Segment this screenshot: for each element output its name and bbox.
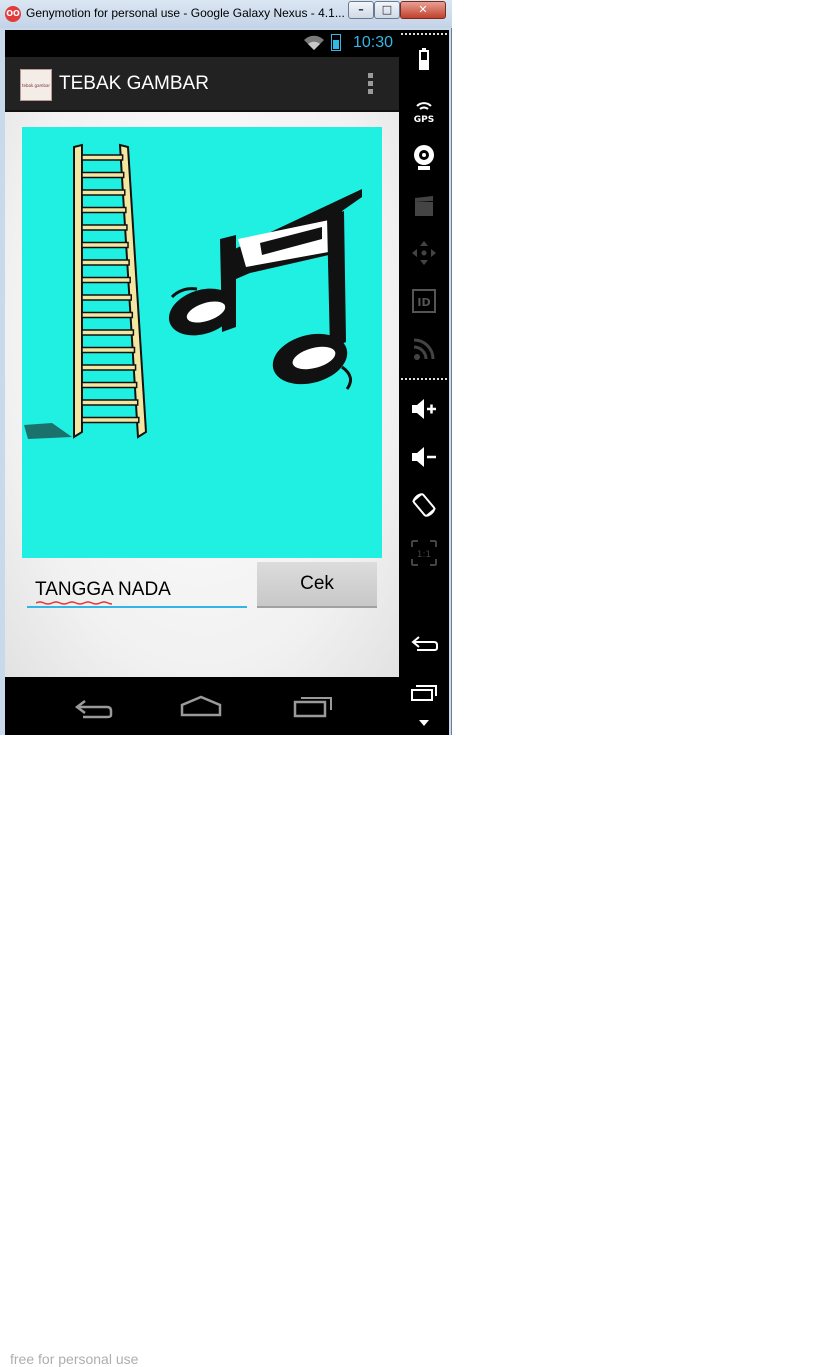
window-titlebar[interactable]: OO Genymotion for personal use - Google … (0, 0, 452, 28)
ladder-rung (81, 294, 132, 301)
pixel-perfect-icon[interactable]: 1:1 (409, 538, 439, 568)
gps-label: GPS (414, 115, 434, 125)
ladder-rung (81, 364, 137, 371)
puzzle-image (22, 127, 382, 558)
emulator-window: OO Genymotion for personal use - Google … (0, 0, 452, 1367)
ladder-rung (81, 311, 134, 319)
volume-down-icon[interactable] (409, 442, 439, 472)
ladder-rung (81, 224, 128, 231)
android-screen: 10:30 tebak gambar TEBAK GAMBAR TANGGA N… (5, 30, 399, 1367)
cek-button[interactable]: Cek (257, 562, 377, 608)
maximize-button[interactable]: □ (374, 1, 400, 19)
ladder-rung (81, 189, 126, 196)
status-time: 10:30 (352, 34, 393, 51)
ladder-and-music-notes-illustration (24, 143, 362, 439)
wifi-icon (304, 35, 324, 50)
sidebar-recent-apps-icon[interactable] (409, 678, 439, 708)
ladder-rung (81, 416, 140, 424)
main-content: Cek (5, 112, 399, 677)
navigation-bar: free for personal use (5, 677, 399, 1367)
ladder-rung (81, 346, 136, 354)
rss-widget-icon[interactable] (409, 334, 439, 364)
dpad-widget-icon[interactable] (409, 238, 439, 268)
ladder-rung (81, 171, 125, 179)
ladder-rung (81, 241, 129, 249)
home-icon[interactable] (180, 695, 222, 717)
battery-widget-icon[interactable] (409, 46, 439, 76)
ladder-rung (81, 399, 139, 406)
sidebar-expand-icon[interactable] (409, 712, 439, 730)
ladder-rung (81, 154, 124, 161)
ladder-rung (81, 381, 138, 389)
status-bar: 10:30 (5, 30, 399, 57)
app-title: TEBAK GAMBAR (59, 73, 209, 94)
minimize-button[interactable]: – (348, 1, 374, 19)
ladder-rung (81, 329, 135, 336)
gps-widget-icon[interactable]: GPS (409, 96, 439, 126)
ladder-rung (81, 259, 130, 266)
webcam-widget-icon[interactable] (409, 142, 439, 172)
id-widget-icon[interactable]: ID (409, 286, 439, 316)
id-label: ID (417, 296, 430, 309)
ladder-rung (81, 276, 131, 284)
spellcheck-underline (36, 601, 112, 605)
back-icon[interactable] (73, 697, 113, 719)
recent-apps-icon[interactable] (293, 694, 333, 718)
genymotion-sidebar: GPS ID 1:1 (399, 30, 449, 735)
genymotion-icon: OO (5, 6, 21, 22)
overflow-menu-icon[interactable] (368, 73, 373, 97)
action-bar: tebak gambar TEBAK GAMBAR (5, 57, 399, 112)
ladder-rung (81, 206, 127, 214)
volume-up-icon[interactable] (409, 394, 439, 424)
personal-use-watermark: free for personal use (10, 1351, 139, 1367)
rotate-icon[interactable] (409, 490, 439, 520)
battery-icon (331, 34, 341, 51)
window-title: Genymotion for personal use - Google Gal… (26, 6, 345, 20)
ratio-label: 1:1 (417, 550, 431, 560)
app-logo-icon: tebak gambar (20, 69, 52, 101)
close-button[interactable]: ✕ (400, 1, 446, 19)
sidebar-back-icon[interactable] (409, 630, 439, 660)
screencast-widget-icon[interactable] (409, 190, 439, 220)
